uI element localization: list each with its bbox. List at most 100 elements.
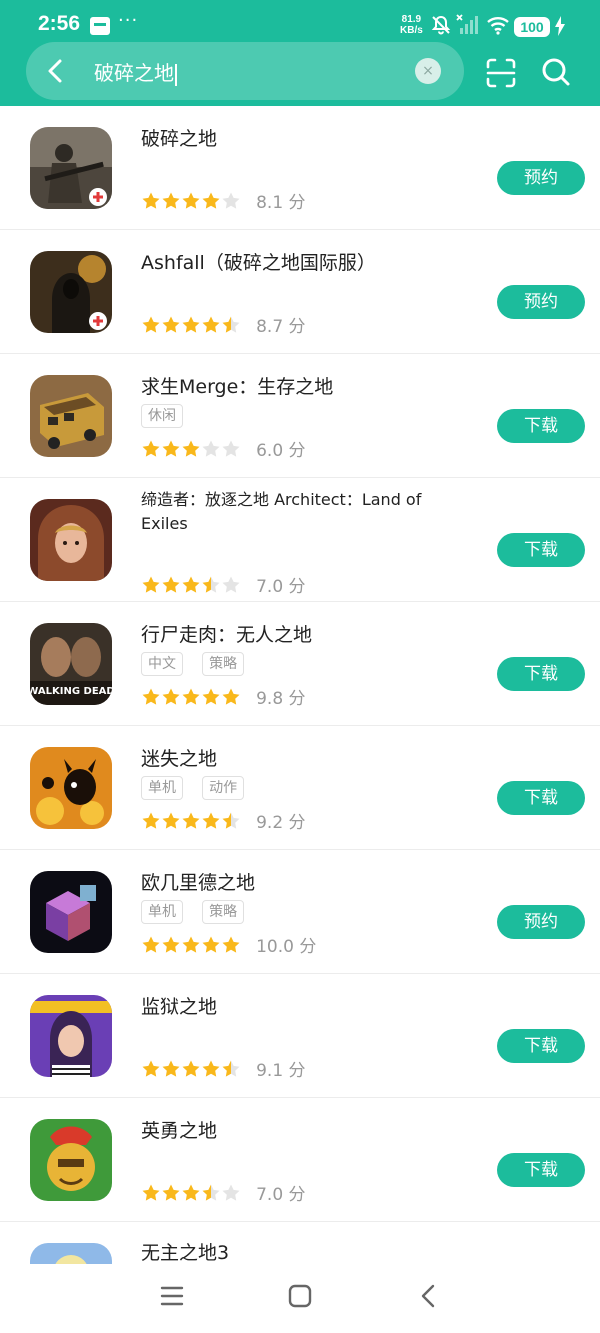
reserve-button[interactable]: 预约	[497, 905, 585, 939]
app-tags: 休闲	[141, 404, 197, 428]
soldier-rifle-icon	[30, 127, 112, 209]
star-icon	[142, 192, 160, 209]
charging-icon	[555, 16, 565, 36]
app-score: 7.0 分	[256, 577, 306, 597]
list-item[interactable]: 缔造者：放逐之地 Architect：Land of Exiles 7.0 分 …	[0, 478, 600, 602]
list-item[interactable]: 迷失之地 单机 动作 9.2 分 下载	[0, 726, 600, 850]
star-icon	[162, 192, 180, 209]
download-button[interactable]: 下载	[497, 1153, 585, 1187]
clear-search-button[interactable]: ×	[415, 58, 441, 84]
app-name[interactable]: 英勇之地	[141, 1118, 217, 1144]
star-icon	[182, 936, 200, 953]
app-name[interactable]: 监狱之地	[141, 994, 217, 1020]
star-icon	[202, 1184, 220, 1201]
calendar-icon	[90, 17, 110, 35]
star-rating-icon	[142, 1184, 240, 1201]
star-icon	[142, 812, 160, 829]
star-icon	[222, 688, 240, 705]
walking-dead-logo: WALKING DEAD	[30, 686, 112, 697]
home-icon[interactable]	[288, 1284, 312, 1308]
star-icon	[222, 1060, 240, 1077]
status-time: 2:56	[38, 12, 81, 35]
battery-level: 100	[514, 17, 550, 37]
mute-bell-icon	[431, 15, 451, 35]
search-input[interactable]: 破碎之地	[94, 57, 177, 86]
download-button[interactable]: 下载	[497, 781, 585, 815]
list-item[interactable]: 英勇之地 7.0 分 下载	[0, 1098, 600, 1222]
star-rating-icon	[142, 688, 240, 705]
app-name[interactable]: 欧几里德之地	[141, 870, 255, 896]
app-rating: 9.8 分	[141, 684, 306, 709]
app-score: 10.0 分	[256, 937, 317, 957]
app-score: 7.0 分	[256, 1185, 306, 1205]
app-tag: 动作	[202, 776, 245, 800]
walking-dead-icon: WALKING DEAD	[30, 623, 112, 705]
list-item[interactable]: 无主之地3	[0, 1222, 600, 1264]
status-bar: 2:56 ··· 81.9 KB/s 100	[0, 0, 600, 42]
app-name[interactable]: 无主之地3	[141, 1240, 229, 1264]
star-icon	[162, 440, 180, 457]
star-icon	[222, 936, 240, 953]
download-button[interactable]: 下载	[497, 409, 585, 443]
app-score: 8.7 分	[256, 317, 306, 337]
star-icon	[182, 316, 200, 333]
list-item[interactable]: 监狱之地 9.1 分 下载	[0, 974, 600, 1098]
app-tag: 休闲	[141, 404, 183, 428]
list-item[interactable]: 破碎之地 8.1 分 预约	[0, 106, 600, 230]
app-name[interactable]: 行尸走肉：无人之地	[141, 622, 312, 648]
reserve-button[interactable]: 预约	[497, 161, 585, 195]
star-icon	[162, 688, 180, 705]
app-name[interactable]: 破碎之地	[141, 126, 217, 152]
app-name[interactable]: 缔造者：放逐之地 Architect：Land of Exiles	[141, 488, 461, 536]
app-name[interactable]: 迷失之地	[141, 746, 217, 772]
star-icon	[182, 440, 200, 457]
download-button[interactable]: 下载	[497, 533, 585, 567]
shadow-creature-icon	[30, 747, 112, 829]
status-more: ···	[118, 10, 139, 31]
star-icon	[162, 936, 180, 953]
list-item[interactable]: 求生Merge：生存之地 休闲 6.0 分 下载	[0, 354, 600, 478]
star-icon	[182, 576, 200, 593]
star-rating-icon	[142, 316, 240, 333]
app-tags: 中文 策略	[141, 652, 258, 676]
app-name[interactable]: 求生Merge：生存之地	[141, 374, 333, 400]
star-icon	[202, 316, 220, 333]
star-icon	[142, 440, 160, 457]
app-score: 9.8 分	[256, 689, 306, 709]
app-tag: 单机	[141, 776, 183, 800]
app-rating: 6.0 分	[141, 436, 306, 461]
list-item[interactable]: WALKING DEAD 行尸走肉：无人之地 中文 策略 9.8 分 下载	[0, 602, 600, 726]
app-name[interactable]: Ashfall（破碎之地国际服）	[141, 250, 376, 276]
star-icon	[162, 812, 180, 829]
reserve-button[interactable]: 预约	[497, 285, 585, 319]
download-button[interactable]: 下载	[497, 1029, 585, 1063]
menu-icon[interactable]	[160, 1285, 184, 1307]
search-query: 破碎之地	[94, 61, 174, 85]
star-icon	[182, 812, 200, 829]
star-icon	[202, 688, 220, 705]
nav-back-icon[interactable]	[420, 1284, 436, 1308]
text-caret	[175, 63, 177, 86]
search-icon[interactable]	[540, 56, 572, 88]
prisoner-girl-icon	[30, 995, 112, 1077]
star-icon	[142, 1060, 160, 1077]
search-results-list: 破碎之地 8.1 分 预约 Ashfall（破碎之地国际服） 8.7 分 预约	[0, 106, 600, 1264]
star-icon	[182, 688, 200, 705]
network-speed: 81.9 KB/s	[400, 14, 423, 36]
star-icon	[162, 576, 180, 593]
scan-icon[interactable]	[485, 57, 517, 89]
download-button[interactable]: 下载	[497, 657, 585, 691]
star-icon	[202, 440, 220, 457]
app-score: 8.1 分	[256, 193, 306, 213]
network-speed-value: 81.9	[401, 14, 422, 25]
armored-bus-icon	[30, 375, 112, 457]
list-item[interactable]: Ashfall（破碎之地国际服） 8.7 分 预约	[0, 230, 600, 354]
star-icon	[222, 440, 240, 457]
search-bar[interactable]: 破碎之地 ×	[26, 42, 464, 100]
star-icon	[182, 1184, 200, 1201]
back-arrow-icon[interactable]	[40, 55, 72, 87]
star-rating-icon	[142, 192, 240, 209]
star-icon	[222, 1184, 240, 1201]
list-item[interactable]: 欧几里德之地 单机 策略 10.0 分 预约	[0, 850, 600, 974]
app-rating: 8.7 分	[141, 312, 306, 337]
